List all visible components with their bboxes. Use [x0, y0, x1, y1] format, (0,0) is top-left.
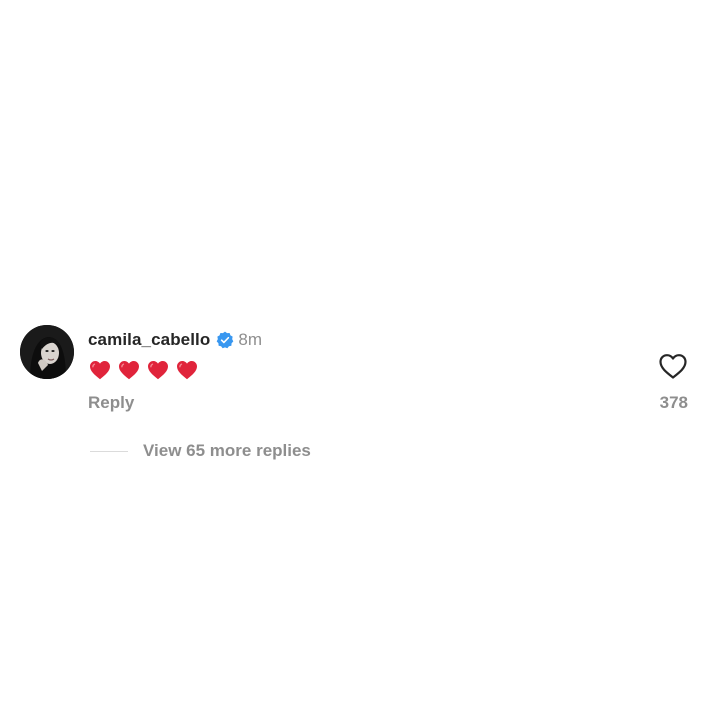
view-replies-label: View 65 more replies	[143, 441, 311, 460]
timestamp: 8m	[238, 330, 262, 349]
view-replies-button[interactable]: View 65 more replies	[90, 440, 311, 462]
red-heart-emoji	[146, 358, 170, 382]
like-button[interactable]	[658, 352, 688, 380]
heart-outline-icon	[659, 354, 687, 379]
red-heart-emoji	[117, 358, 141, 382]
verified-badge-icon	[216, 331, 234, 349]
red-heart-emoji	[175, 358, 199, 382]
comment: camila_cabello 8m Reply 378 View 65 more…	[0, 0, 720, 720]
like-count: 378	[659, 393, 688, 412]
username[interactable]: camila_cabello	[88, 330, 210, 350]
avatar[interactable]	[20, 325, 74, 379]
red-heart-emoji	[88, 358, 112, 382]
reply-button[interactable]: Reply	[88, 393, 134, 413]
avatar-image	[20, 325, 74, 379]
comment-header: camila_cabello 8m	[88, 329, 262, 351]
divider	[90, 450, 128, 452]
comment-text	[88, 357, 204, 383]
